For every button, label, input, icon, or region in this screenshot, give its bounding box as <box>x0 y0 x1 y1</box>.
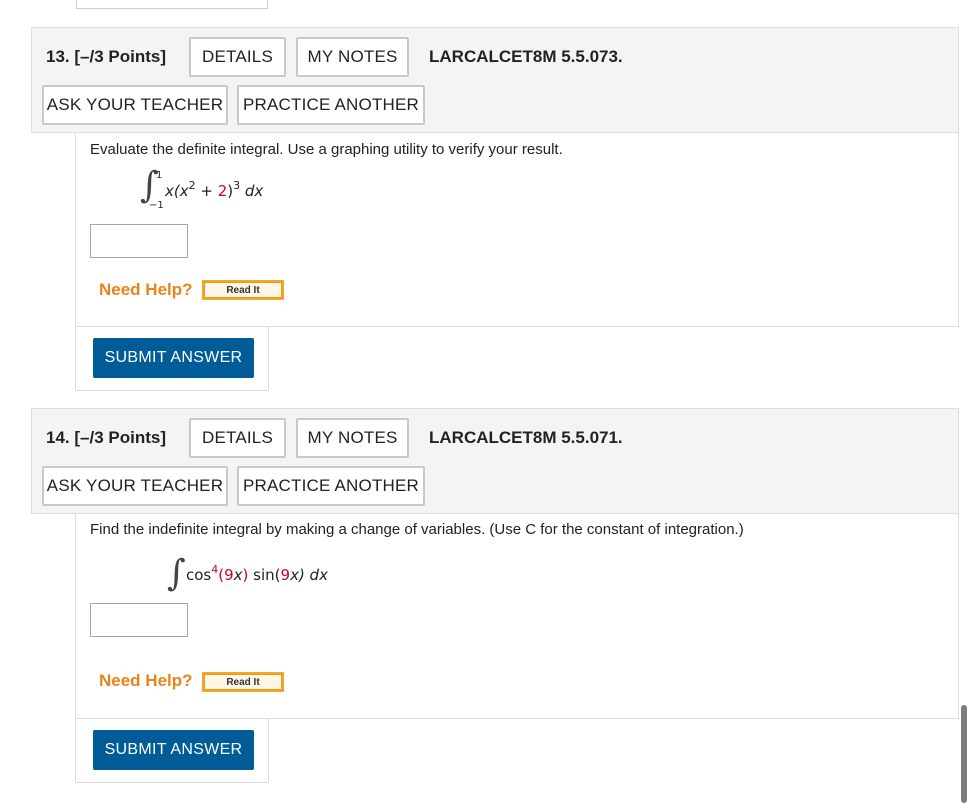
integrand-base: x(x <box>165 182 189 200</box>
practice-another-button[interactable]: PRACTICE ANOTHER <box>237 466 425 506</box>
integrand-exponent-inner: 2 <box>188 179 196 192</box>
ask-your-teacher-button[interactable]: ASK YOUR TEACHER <box>42 466 228 506</box>
practice-another-button[interactable]: PRACTICE ANOTHER <box>237 85 425 125</box>
integral-sign: ∫ <box>167 553 186 594</box>
question-code: LARCALCET8M 5.5.073. <box>429 47 623 66</box>
read-it-button[interactable]: Read It <box>202 672 284 692</box>
submit-answer-button[interactable]: SUBMIT ANSWER <box>93 730 254 770</box>
submit-area: SUBMIT ANSWER <box>75 719 269 783</box>
question-header: 14. [–/3 Points] DETAILS MY NOTES LARCAL… <box>31 408 959 514</box>
integrand-sin-coefficient: 9 <box>280 566 291 584</box>
question-code: LARCALCET8M 5.5.071. <box>429 428 623 447</box>
integrand-cos: cos <box>186 566 212 584</box>
read-it-label: Read It <box>204 674 282 690</box>
integrand: cos4(9x) sin(9x) dx <box>186 563 328 584</box>
question-title: 14. [–/3 Points] <box>46 428 166 447</box>
question-title: 13. [–/3 Points] <box>46 47 166 66</box>
details-button[interactable]: DETAILS <box>189 418 286 458</box>
integrand-sin: sin( <box>248 566 281 584</box>
details-button[interactable]: DETAILS <box>189 37 286 77</box>
integrand-plus: + <box>195 182 218 200</box>
need-help-label: Need Help? <box>99 280 193 299</box>
page: 13. [–/3 Points] DETAILS MY NOTES LARCAL… <box>0 0 976 803</box>
scrollbar-thumb[interactable] <box>961 705 967 803</box>
integrand-dx: x) dx <box>290 566 328 584</box>
upper-limit: 1 <box>156 170 163 181</box>
read-it-label: Read It <box>204 282 282 298</box>
integrand-coefficient: (9 <box>218 566 234 584</box>
question-prompt: Evaluate the definite integral. Use a gr… <box>90 141 563 158</box>
submit-area: SUBMIT ANSWER <box>75 327 269 391</box>
ask-your-teacher-button[interactable]: ASK YOUR TEACHER <box>42 85 228 125</box>
need-help-label: Need Help? <box>99 671 193 690</box>
question-header: 13. [–/3 Points] DETAILS MY NOTES LARCAL… <box>31 27 959 133</box>
read-it-button[interactable]: Read It <box>202 280 284 300</box>
question-prompt: Find the indefinite integral by making a… <box>90 521 744 538</box>
question-body: Evaluate the definite integral. Use a gr… <box>75 133 959 327</box>
my-notes-button[interactable]: MY NOTES <box>296 37 409 77</box>
my-notes-button[interactable]: MY NOTES <box>296 418 409 458</box>
question-body: Find the indefinite integral by making a… <box>75 514 959 719</box>
previous-question-fragment <box>76 0 268 9</box>
integrand-variable: x <box>233 566 243 584</box>
integrand-constant: 2 <box>217 182 228 200</box>
integrand-dx: dx <box>240 182 264 200</box>
answer-input[interactable] <box>90 224 188 258</box>
integrand: x(x2 + 2)3 dx <box>165 179 263 200</box>
submit-answer-button[interactable]: SUBMIT ANSWER <box>93 338 254 378</box>
lower-limit: −1 <box>149 200 164 211</box>
answer-input[interactable] <box>90 603 188 637</box>
